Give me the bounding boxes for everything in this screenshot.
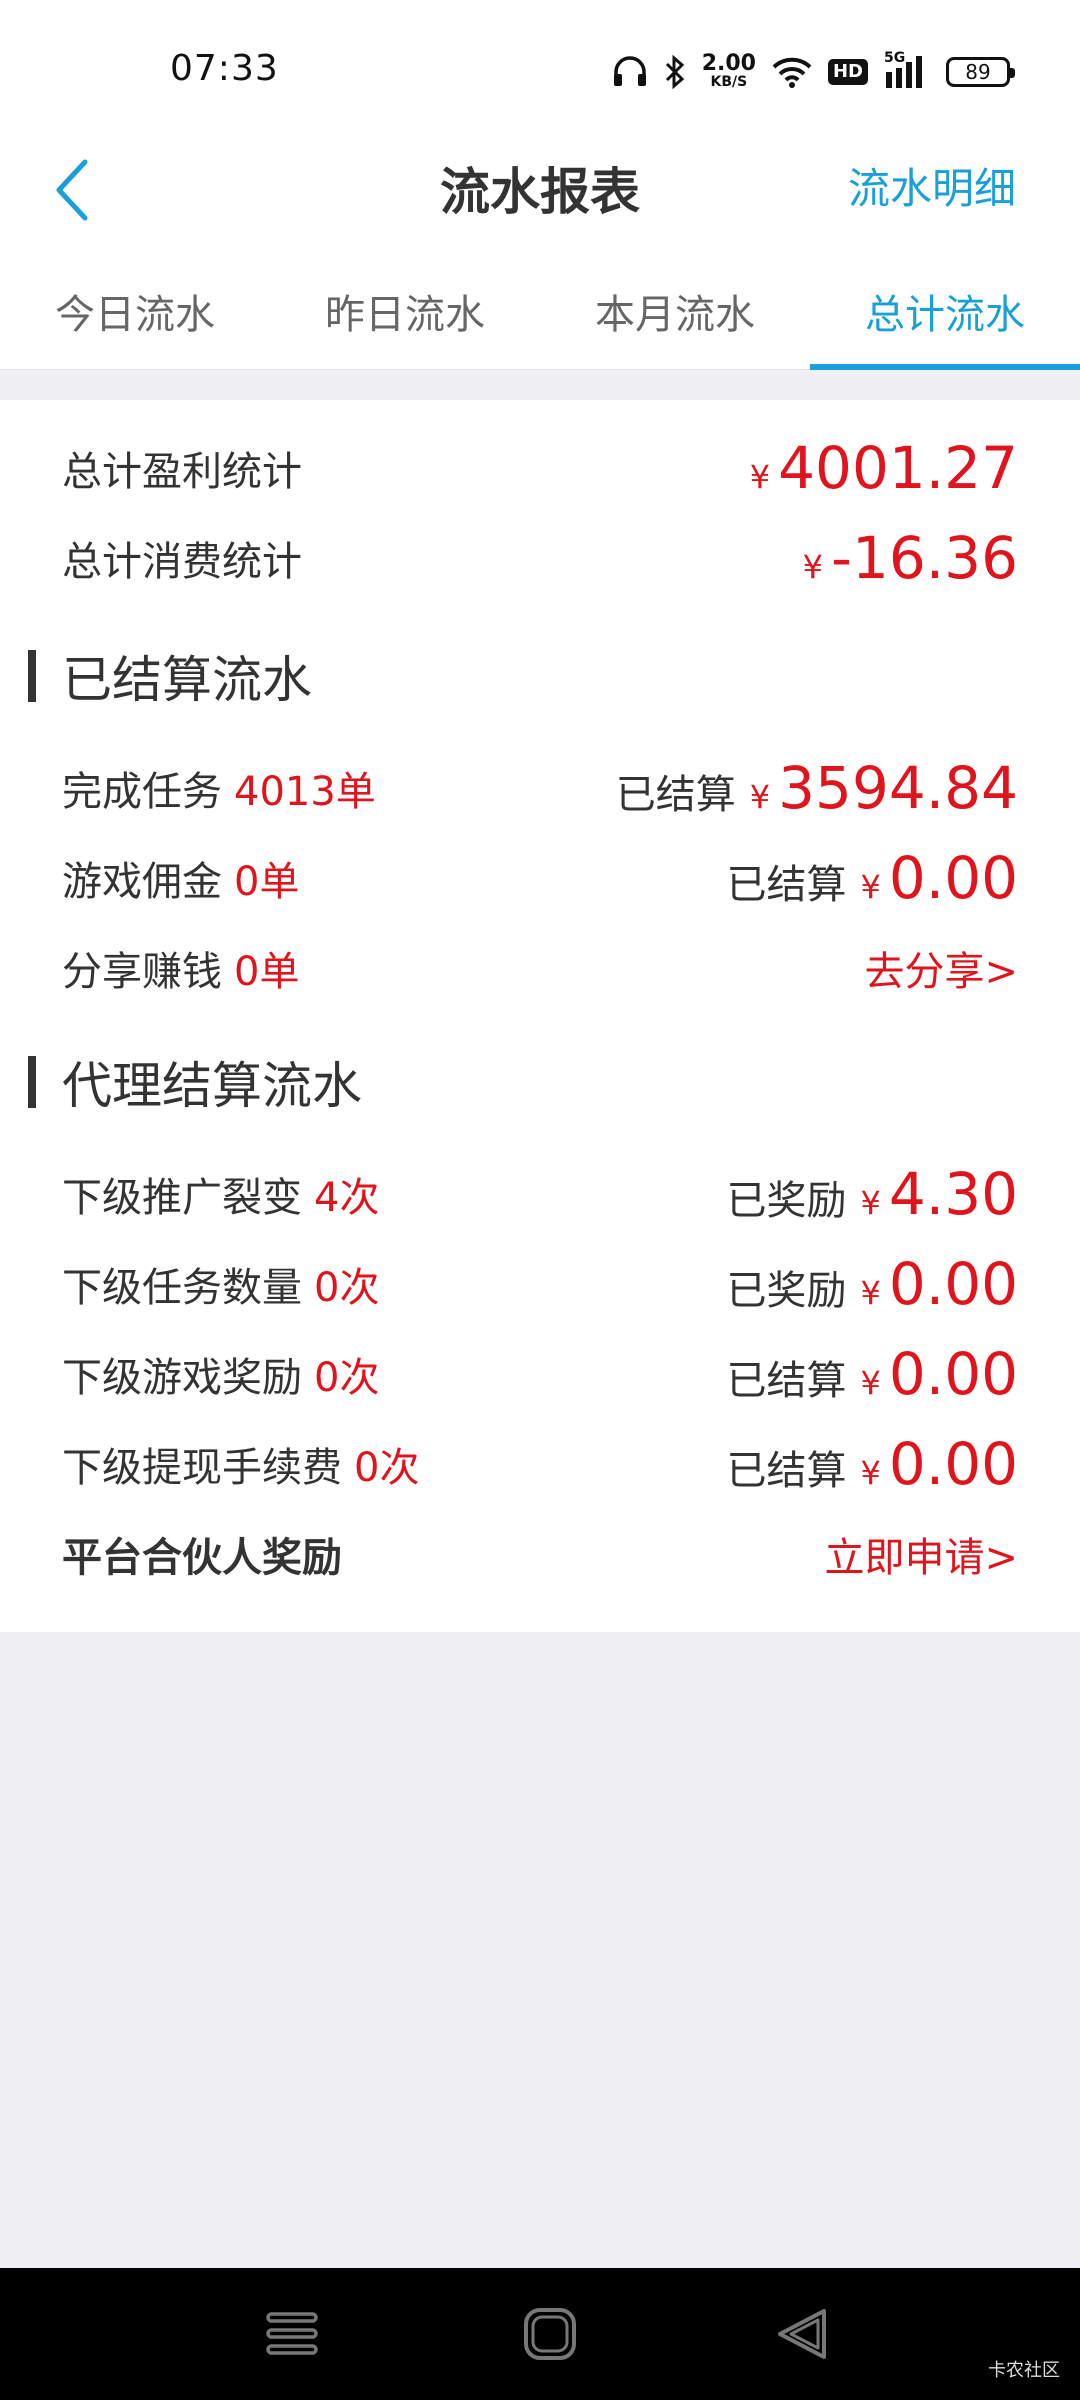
list-item: 游戏佣金 0单 已结算 ¥ 0.00 [62,838,1018,918]
item-count: 4013单 [234,769,376,815]
item-count: 0次 [354,1445,420,1491]
list-item: 下级游戏奖励 0次 已结算 ¥ 0.00 [62,1334,1018,1414]
back-button[interactable] [36,150,106,230]
currency-symbol: ¥ [860,1454,881,1492]
net-speed: 2.00 KB/S [701,51,756,91]
item-amount: 0.00 [888,844,1018,912]
menu-icon [266,2312,318,2355]
list-item: 分享赚钱 0单 去分享> [62,928,1018,1008]
list-item: 下级任务数量 0次 已奖励 ¥ 0.00 [62,1244,1018,1324]
currency-symbol: ¥ [860,1184,881,1222]
item-label: 下级游戏奖励 [62,1355,302,1401]
wifi-icon [772,56,812,88]
section-title: 已结算流水 [62,651,312,709]
watermark: 卡农社区 [988,2360,1060,2381]
settled-section-header: 已结算流水 [28,646,312,709]
period-tabs: 今日流水 昨日流水 本月流水 总计流水 [0,250,1080,370]
home-button[interactable] [515,2302,585,2366]
home-icon [524,2308,576,2360]
item-count: 4次 [314,1175,380,1221]
profit-row: 总计盈利统计 ¥ 4001.27 [62,428,1018,508]
consume-label: 总计消费统计 [62,539,302,585]
battery-level: 89 [965,60,991,84]
currency-symbol: ¥ [749,778,771,816]
list-item: 下级推广裂变 4次 已奖励 ¥ 4.30 [62,1154,1018,1234]
net-speed-unit: KB/S [710,74,748,90]
tab-month[interactable]: 本月流水 [540,250,810,369]
consume-value: -16.36 [831,524,1018,592]
menu-button[interactable] [257,2302,327,2366]
item-amount: 0.00 [888,1430,1018,1498]
currency-symbol: ¥ [802,548,824,586]
bluetooth-icon [664,55,686,89]
currency-symbol: ¥ [860,1274,881,1312]
item-label: 游戏佣金 [62,859,222,905]
status-time: 07:33 [170,48,279,89]
section-bar [28,1056,36,1108]
item-status: 已结算 [726,1358,847,1404]
item-label: 完成任务 [62,769,222,815]
signal-icon: 5G [884,50,930,90]
currency-symbol: ¥ [860,868,881,906]
item-count: 0单 [234,949,300,995]
currency-symbol: ¥ [749,458,771,496]
report-panel: 总计盈利统计 ¥ 4001.27 总计消费统计 ¥ -16.36 已结算流水 完… [0,400,1080,1632]
list-item: 平台合伙人奖励 立即申请> [62,1514,1018,1594]
agent-section-header: 代理结算流水 [28,1052,362,1115]
chevron-left-icon [56,159,88,221]
tab-yesterday[interactable]: 昨日流水 [270,250,540,369]
profit-value: 4001.27 [778,434,1018,502]
back-nav-button[interactable] [768,2302,838,2366]
detail-link[interactable]: 流水明细 [848,155,1016,216]
item-amount: 0.00 [888,1250,1018,1318]
list-item: 下级提现手续费 0次 已结算 ¥ 0.00 [62,1424,1018,1504]
item-label: 下级推广裂变 [62,1175,302,1221]
currency-symbol: ¥ [860,1364,881,1402]
triangle-back-icon [778,2309,826,2359]
battery-icon: 89 [946,57,1015,87]
item-status: 已奖励 [726,1178,847,1224]
item-label: 平台合伙人奖励 [62,1535,342,1581]
item-count: 0次 [314,1265,380,1311]
tab-today[interactable]: 今日流水 [0,250,270,369]
hd-badge: HD [827,59,868,85]
item-label: 下级提现手续费 [62,1445,342,1491]
item-status: 已结算 [615,772,736,818]
status-bar: 07:33 2.00 KB/S HD 5G 89 [0,0,1080,130]
item-amount: 0.00 [888,1340,1018,1408]
nav-header: 流水报表 流水明细 [0,130,1080,250]
status-icons: 2.00 KB/S HD 5G 89 [612,50,1015,94]
section-bar [28,650,36,702]
item-label: 下级任务数量 [62,1265,302,1311]
item-amount: 3594.84 [778,754,1018,822]
item-status: 已结算 [726,1448,847,1494]
item-label: 分享赚钱 [62,949,222,995]
item-amount: 4.30 [888,1160,1018,1228]
item-count: 0次 [314,1355,380,1401]
list-item: 完成任务 4013单 已结算 ¥ 3594.84 [62,748,1018,828]
item-status: 已奖励 [726,1268,847,1314]
consume-row: 总计消费统计 ¥ -16.36 [62,518,1018,598]
item-status: 已结算 [726,862,847,908]
headphones-icon [612,56,648,88]
profit-label: 总计盈利统计 [62,449,302,495]
section-title: 代理结算流水 [62,1057,362,1115]
item-count: 0单 [234,859,300,905]
tab-total[interactable]: 总计流水 [810,250,1080,370]
system-nav-bar: 卡农社区 [0,2268,1080,2400]
net-speed-value: 2.00 [701,51,756,76]
apply-link[interactable]: 立即申请> [824,1525,1018,1583]
share-link[interactable]: 去分享> [864,939,1018,997]
